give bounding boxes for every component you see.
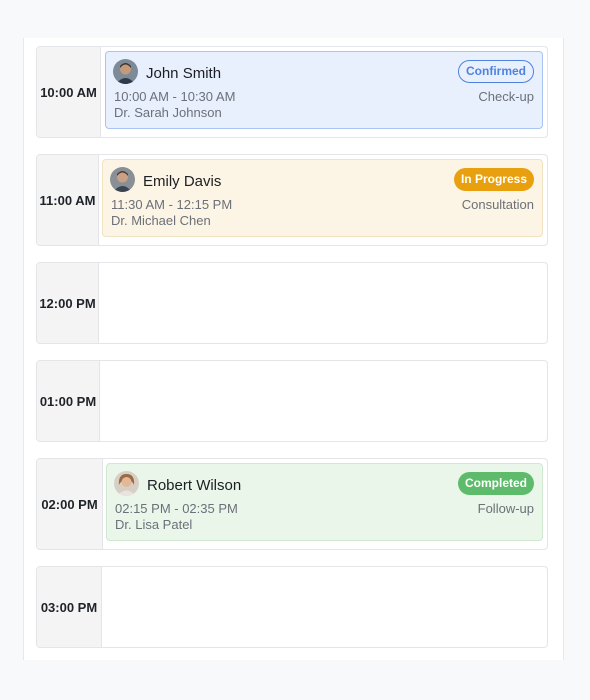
appointment-type: Follow-up — [477, 501, 534, 516]
time-slot-0200: 02:00 PM Robert Wilson Completed 02:15 P… — [36, 458, 548, 550]
time-slot-0300[interactable]: 03:00 PM — [36, 566, 548, 648]
status-badge: Confirmed — [458, 60, 534, 83]
time-slot-0100[interactable]: 01:00 PM — [36, 360, 548, 442]
patient-name: Robert Wilson — [147, 477, 242, 494]
slot-time-label: 03:00 PM — [37, 567, 102, 647]
appointment-card[interactable]: Emily Davis In Progress 11:30 AM - 12:15… — [102, 159, 543, 237]
slot-time-label: 12:00 PM — [37, 263, 99, 343]
appointment-type: Check-up — [478, 89, 534, 104]
appointment-card[interactable]: John Smith Confirmed 10:00 AM - 10:30 AM… — [105, 51, 543, 129]
doctor-name: Dr. Sarah Johnson — [114, 105, 222, 120]
patient-avatar — [114, 471, 139, 496]
status-badge: In Progress — [453, 168, 534, 191]
time-slot-1000: 10:00 AM John Smith Confirmed 10:00 AM -… — [36, 46, 548, 138]
appointment-time-range: 10:00 AM - 10:30 AM — [114, 89, 236, 104]
appointment-time-range: 02:15 PM - 02:35 PM — [115, 501, 238, 516]
slot-time-label: 01:00 PM — [37, 361, 100, 441]
slot-time-label: 02:00 PM — [37, 459, 103, 549]
slot-time-label: 11:00 AM — [37, 155, 99, 245]
time-slot-1200[interactable]: 12:00 PM — [36, 262, 548, 344]
patient-avatar — [113, 59, 138, 84]
status-badge: Completed — [457, 472, 534, 495]
doctor-name: Dr. Michael Chen — [111, 213, 211, 228]
appointment-time-range: 11:30 AM - 12:15 PM — [111, 197, 233, 212]
patient-avatar — [110, 167, 135, 192]
time-slot-1100: 11:00 AM Emily Davis In Progress 11:30 A… — [36, 154, 548, 246]
slot-time-label: 10:00 AM — [37, 47, 101, 137]
patient-name: Emily Davis — [143, 173, 222, 190]
patient-name: John Smith — [146, 65, 222, 82]
appointment-type: Consultation — [461, 197, 534, 212]
appointment-card[interactable]: Robert Wilson Completed 02:15 PM - 02:35… — [106, 463, 543, 541]
doctor-name: Dr. Lisa Patel — [115, 517, 193, 532]
